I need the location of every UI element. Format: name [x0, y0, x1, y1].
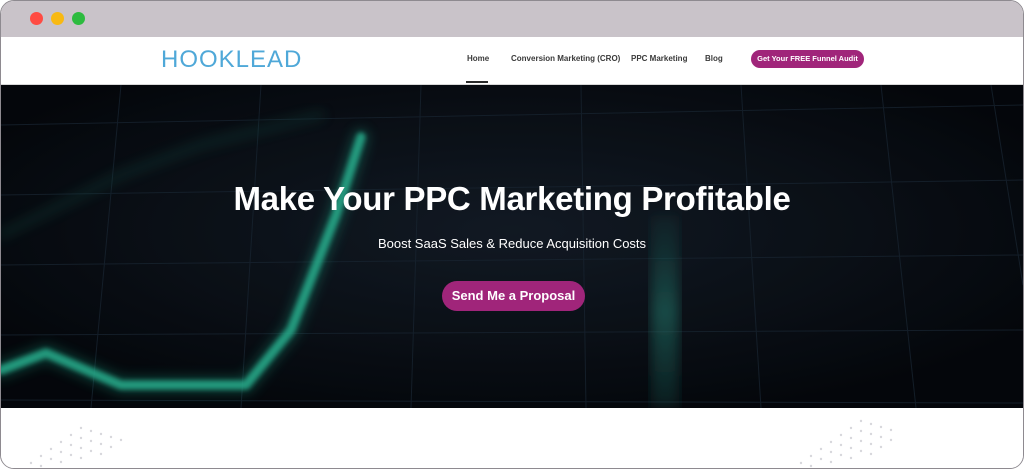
- hero-title: Make Your PPC Marketing Profitable: [233, 180, 791, 217]
- hero-section: Make Your PPC Marketing Profitable Boost…: [1, 85, 1023, 408]
- dot-pattern-right: [799, 419, 893, 468]
- nav-blog[interactable]: Blog: [705, 54, 723, 63]
- content-section-top: [1, 408, 1023, 468]
- nav-active-indicator: [466, 81, 488, 83]
- maximize-window-icon[interactable]: [72, 12, 85, 25]
- send-proposal-button[interactable]: Send Me a Proposal: [442, 281, 585, 311]
- site-header: HOOKLEAD Home Conversion Marketing (CRO)…: [1, 37, 1023, 85]
- hero-subtitle: Boost SaaS Sales & Reduce Acquisition Co…: [377, 236, 647, 251]
- window-titlebar: [1, 1, 1023, 37]
- hooklead-logo[interactable]: HOOKLEAD: [161, 46, 302, 74]
- nav-home[interactable]: Home: [467, 54, 489, 63]
- nav-ppc-marketing[interactable]: PPC Marketing: [631, 54, 687, 63]
- minimize-window-icon[interactable]: [51, 12, 64, 25]
- nav-conversion-marketing[interactable]: Conversion Marketing (CRO): [511, 54, 620, 63]
- close-window-icon[interactable]: [30, 12, 43, 25]
- dot-pattern-left: [29, 426, 123, 468]
- browser-window: HOOKLEAD Home Conversion Marketing (CRO)…: [0, 0, 1024, 469]
- funnel-audit-button[interactable]: Get Your FREE Funnel Audit: [751, 50, 864, 68]
